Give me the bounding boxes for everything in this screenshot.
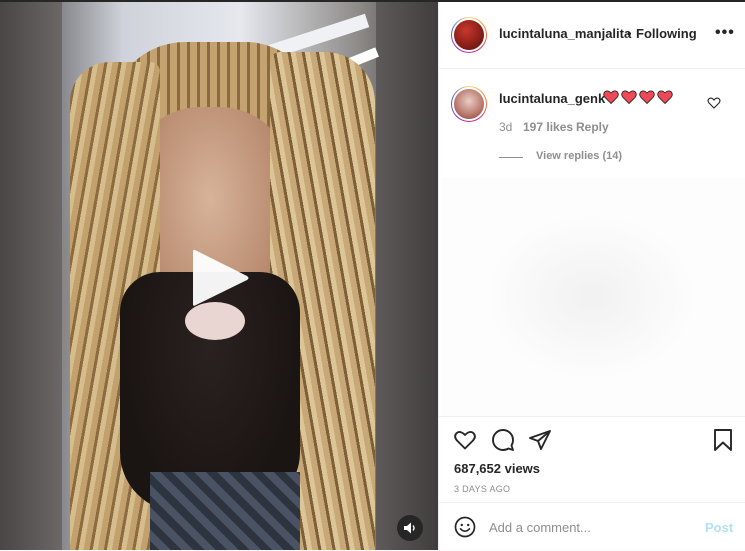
paper-plane-icon[interactable] bbox=[528, 428, 552, 452]
more-options-icon[interactable]: ••• bbox=[715, 25, 734, 42]
post-header: lucintaluna_manjalita • Following ••• bbox=[439, 2, 745, 69]
view-count[interactable]: 687,652 views bbox=[454, 461, 540, 476]
post-actions: 687,652 views 3 DAYS AGO bbox=[439, 416, 745, 503]
mute-toggle-button[interactable] bbox=[397, 515, 423, 541]
comment-text-hearts bbox=[603, 89, 673, 107]
replies-divider bbox=[499, 157, 523, 158]
comment-bubble-icon[interactable] bbox=[491, 428, 515, 452]
owner-username[interactable]: lucintaluna_manjalita bbox=[499, 26, 631, 41]
following-button[interactable]: Following bbox=[636, 26, 697, 41]
comment-like-heart-icon[interactable] bbox=[707, 96, 721, 110]
comment-username[interactable]: lucintaluna_genk bbox=[499, 91, 605, 106]
comments-loading-area bbox=[441, 177, 745, 417]
heart-outline-icon[interactable] bbox=[453, 428, 477, 452]
red-heart-emoji-icon bbox=[603, 90, 619, 105]
post-timestamp[interactable]: 3 DAYS AGO bbox=[454, 484, 510, 494]
header-separator: • bbox=[627, 26, 632, 41]
red-heart-emoji-icon bbox=[639, 90, 655, 105]
comment-input[interactable] bbox=[489, 516, 689, 538]
avatar-image bbox=[452, 18, 486, 52]
avatar-image bbox=[452, 87, 486, 121]
comment-likes[interactable]: 197 likes bbox=[523, 120, 573, 134]
speaker-icon bbox=[404, 522, 415, 534]
owner-avatar[interactable] bbox=[451, 17, 487, 53]
comment-composer: Post bbox=[439, 502, 745, 551]
video-shadow-left bbox=[0, 2, 62, 550]
video-player[interactable] bbox=[0, 2, 438, 550]
reply-button[interactable]: Reply bbox=[576, 120, 609, 134]
shirt bbox=[150, 472, 300, 550]
red-heart-emoji-icon bbox=[657, 90, 673, 105]
post-details-panel: lucintaluna_manjalita • Following ••• lu… bbox=[438, 2, 745, 550]
red-heart-emoji-icon bbox=[621, 90, 637, 105]
smiley-icon[interactable] bbox=[454, 516, 476, 538]
post-comment-button[interactable]: Post bbox=[705, 520, 733, 535]
play-button[interactable] bbox=[189, 246, 251, 310]
bookmark-icon[interactable] bbox=[711, 428, 735, 452]
view-replies-button[interactable]: View replies (14) bbox=[536, 150, 622, 162]
commenter-avatar[interactable] bbox=[451, 86, 487, 122]
comment-age[interactable]: 3d bbox=[499, 120, 512, 134]
play-icon bbox=[193, 249, 249, 306]
video-shadow-right bbox=[376, 2, 438, 550]
